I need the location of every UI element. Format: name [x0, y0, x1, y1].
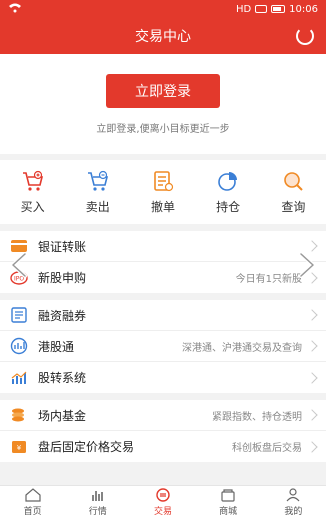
cancel-order-icon	[154, 170, 174, 191]
chevron-right-icon	[306, 409, 318, 421]
action-sell[interactable]: 卖出	[70, 170, 126, 215]
refresh-icon[interactable]	[296, 27, 314, 45]
nav-trade[interactable]: 交易	[154, 488, 172, 517]
page-title: 交易中心	[135, 29, 191, 45]
quick-actions: 买入 卖出 撤单 持仓 查询	[0, 160, 326, 224]
action-label: 卖出	[85, 199, 110, 214]
menu-item-onsite-fund[interactable]: 场内基金 紧跟指数、持仓透明	[0, 400, 326, 431]
nav-market[interactable]: 行情	[89, 488, 107, 517]
menu-group-transfer: 银证转账 IPO 新股申购 今日有1只新股	[0, 231, 326, 293]
action-label: 撤单	[150, 199, 175, 214]
svg-text:¥: ¥	[17, 444, 22, 452]
trade-icon	[156, 488, 170, 502]
chevron-right-icon	[306, 240, 318, 252]
holdings-pie-icon	[218, 171, 238, 191]
status-bar: HD 10:06	[0, 0, 326, 18]
nav-home[interactable]: 首页	[24, 488, 42, 517]
chevron-right-icon	[306, 309, 318, 321]
login-button[interactable]: 立即登录	[106, 74, 220, 108]
sell-cart-icon	[87, 170, 108, 191]
action-label: 查询	[281, 199, 306, 214]
chevron-right-icon	[306, 340, 318, 352]
after-hours-icon: ¥	[12, 440, 26, 453]
home-icon	[24, 488, 41, 502]
hk-stock-icon	[10, 337, 28, 355]
profile-icon	[286, 488, 300, 502]
action-query[interactable]: 查询	[265, 170, 321, 215]
chevron-right-icon	[306, 371, 318, 384]
menu-item-margin[interactable]: 融资融券	[0, 300, 326, 331]
search-icon	[284, 171, 304, 191]
equity-transfer-icon	[11, 371, 27, 384]
action-label: 买入	[20, 199, 45, 214]
nav-mall[interactable]: 商城	[219, 488, 237, 517]
buy-cart-icon	[22, 170, 43, 191]
menu-item-after-hours[interactable]: ¥ 盘后固定价格交易 科创板盘后交易	[0, 431, 326, 462]
bottom-nav: 首页 行情 交易 商城 我的	[0, 485, 326, 519]
action-cancel-order[interactable]: 撤单	[135, 170, 191, 215]
battery-icon	[271, 5, 286, 13]
carousel-next-arrow-icon[interactable]	[296, 252, 318, 278]
action-buy[interactable]: 买入	[5, 170, 61, 215]
hd-badge: HD	[235, 3, 252, 15]
menu-item-bank-transfer[interactable]: 银证转账	[0, 231, 326, 262]
wifi-icon	[8, 3, 22, 16]
fund-coins-icon	[12, 408, 24, 422]
margin-doc-icon	[11, 307, 27, 323]
status-time: 10:06	[289, 3, 318, 15]
signal-icon	[255, 5, 268, 13]
nav-profile[interactable]: 我的	[284, 488, 302, 517]
login-subtitle: 立即登录,便离小目标更近一步	[96, 124, 230, 135]
menu-item-hk-connect[interactable]: 港股通 深港通、沪港通交易及查询	[0, 331, 326, 362]
page-header: 交易中心	[0, 18, 326, 54]
menu-group-trading: 融资融券 港股通 深港通、沪港通交易及查询 股转系统	[0, 300, 326, 393]
carousel-prev-arrow-icon[interactable]	[8, 252, 30, 278]
action-label: 持仓	[216, 199, 241, 214]
chevron-right-icon	[306, 440, 318, 453]
login-card: 立即登录 立即登录,便离小目标更近一步	[0, 54, 326, 154]
market-bars-icon	[91, 491, 103, 501]
menu-group-funds: 场内基金 紧跟指数、持仓透明 ¥ 盘后固定价格交易 科创板盘后交易	[0, 400, 326, 462]
menu-item-equity-transfer[interactable]: 股转系统	[0, 362, 326, 393]
menu-item-ipo[interactable]: IPO 新股申购 今日有1只新股	[0, 262, 326, 293]
mall-icon	[221, 489, 235, 502]
action-holdings[interactable]: 持仓	[200, 170, 256, 215]
